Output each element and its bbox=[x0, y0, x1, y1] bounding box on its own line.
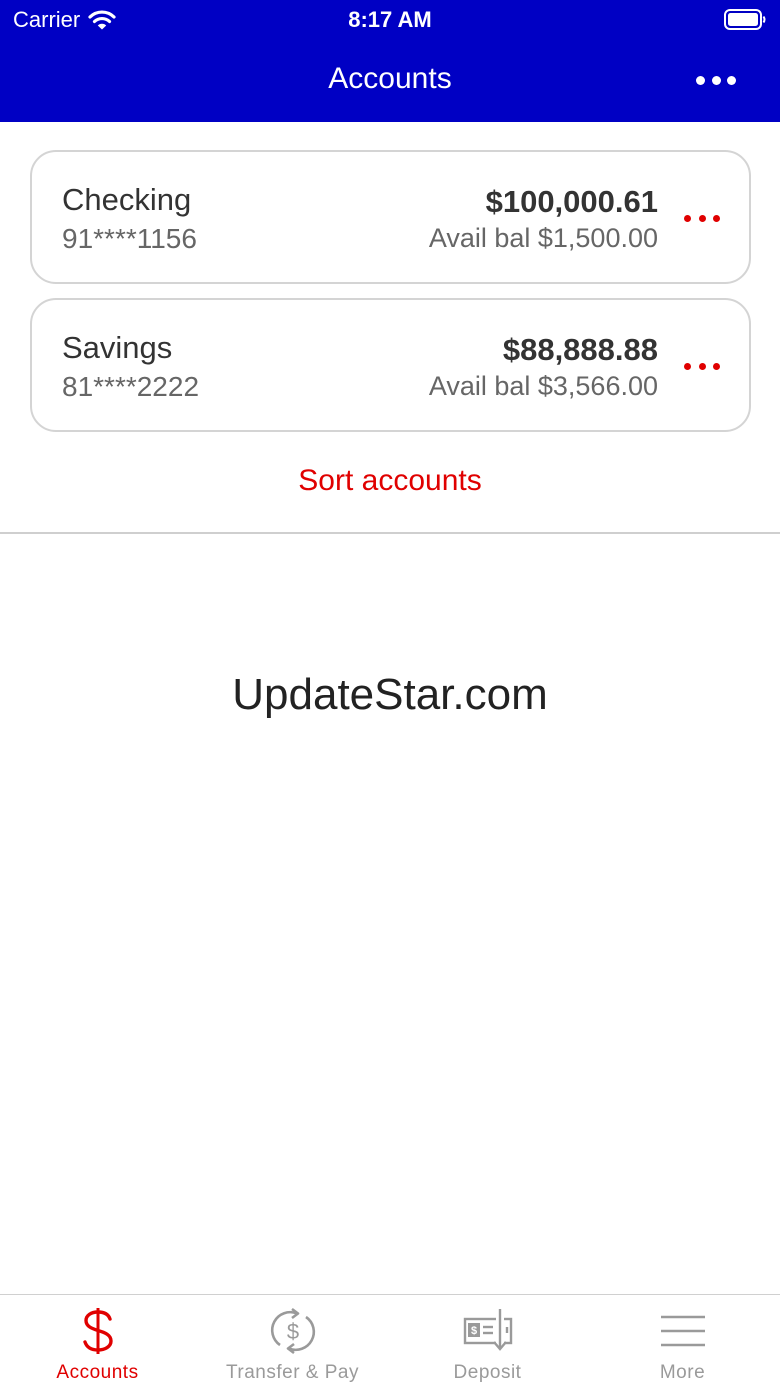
account-number: 81****2222 bbox=[62, 371, 200, 402]
header: Carrier 8:17 AM Accounts bbox=[0, 0, 780, 122]
accounts-screen: Carrier 8:17 AM Accounts Checking 91****… bbox=[0, 0, 780, 1387]
accounts-list: Checking 91****1156 $100,000.61 Avail ba… bbox=[30, 150, 751, 446]
account-balance: $88,888.88 bbox=[502, 332, 658, 367]
svg-text:$: $ bbox=[470, 1325, 476, 1337]
dollar-icon bbox=[81, 1305, 115, 1357]
divider bbox=[0, 532, 780, 534]
status-time: 8:17 AM bbox=[348, 7, 432, 32]
account-balance: $100,000.61 bbox=[485, 184, 658, 219]
tab-deposit[interactable]: $ Deposit bbox=[390, 1295, 585, 1387]
tab-accounts[interactable]: Accounts bbox=[0, 1295, 195, 1387]
tab-transfer-pay[interactable]: $ Transfer & Pay bbox=[195, 1295, 390, 1387]
tab-label: Transfer & Pay bbox=[225, 1362, 359, 1383]
account-number: 91****1156 bbox=[62, 223, 197, 254]
account-name: Savings bbox=[62, 330, 173, 365]
tab-bar: Accounts $ Transfer & Pay $ Deposit More bbox=[0, 1294, 780, 1387]
sort-accounts-link[interactable]: Sort accounts bbox=[0, 464, 780, 498]
tab-label: Deposit bbox=[453, 1362, 522, 1383]
account-card-savings[interactable]: Savings 81****2222 $88,888.88 Avail bal … bbox=[30, 298, 751, 432]
account-options-icon[interactable] bbox=[684, 359, 720, 373]
available-balance: Avail bal $3,566.00 bbox=[428, 371, 658, 401]
more-options-icon[interactable] bbox=[696, 70, 736, 90]
account-name: Checking bbox=[62, 182, 192, 217]
menu-icon bbox=[660, 1305, 706, 1357]
battery-icon bbox=[724, 9, 766, 30]
svg-text:$: $ bbox=[286, 1319, 298, 1344]
check-deposit-icon: $ bbox=[462, 1305, 514, 1357]
watermark-text: UpdateStar.com bbox=[232, 670, 548, 719]
account-options-icon[interactable] bbox=[684, 211, 720, 225]
account-card-checking[interactable]: Checking 91****1156 $100,000.61 Avail ba… bbox=[30, 150, 751, 284]
tab-label: More bbox=[659, 1362, 706, 1383]
tab-more[interactable]: More bbox=[585, 1295, 780, 1387]
page-title: Accounts bbox=[328, 62, 452, 95]
available-balance: Avail bal $1,500.00 bbox=[428, 223, 658, 253]
transfer-icon: $ bbox=[269, 1305, 317, 1357]
tab-label: Accounts bbox=[56, 1362, 139, 1383]
